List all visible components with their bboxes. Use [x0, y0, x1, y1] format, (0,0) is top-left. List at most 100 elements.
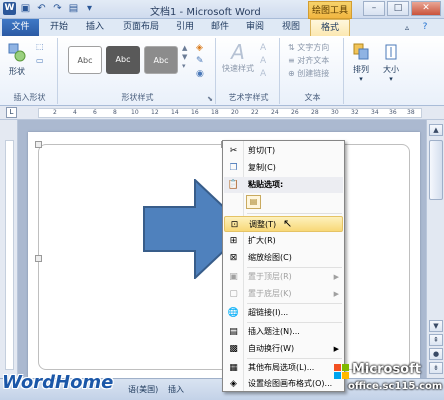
menu-item-label: 复制(C)	[248, 163, 276, 172]
text-outline-icon: A	[260, 56, 267, 66]
ruler-number: 20	[231, 109, 239, 116]
menu-item-bring-to-front: ▣ 置于顶层(R) ▶	[224, 269, 343, 285]
ruler-number: 24	[271, 109, 279, 116]
shape-style-swatch-1[interactable]: Abc	[68, 46, 102, 74]
menu-item-label: 扩大(R)	[248, 236, 276, 245]
menu-item-copy[interactable]: ❐ 复制(C)	[224, 160, 343, 176]
menu-item-label: 自动换行(W)	[248, 344, 295, 353]
ruler-number: 28	[311, 109, 319, 116]
tab-selector-icon[interactable]: L	[6, 107, 17, 118]
group-label-insert-shapes: 插入形状	[13, 93, 46, 102]
tab-view[interactable]: 视图	[276, 19, 306, 36]
tab-format[interactable]: 格式	[310, 19, 350, 36]
menu-item-expand[interactable]: ⊞ 扩大(R)	[224, 233, 343, 249]
menu-item-scale-drawing[interactable]: ⊠ 缩放绘图(C)	[224, 250, 343, 266]
vertical-scrollbar[interactable]: ▲ ▼ ⇞ ● ⇟	[426, 120, 444, 378]
save-icon[interactable]: ▣	[19, 2, 32, 15]
align-text-icon: ≡	[288, 56, 295, 65]
ruler-number: 12	[151, 109, 159, 116]
menu-item-cut[interactable]: ✂ 剪切(T)	[224, 143, 343, 159]
style-gallery-scroll[interactable]: ▲ ▼ ▾	[182, 44, 187, 71]
vertical-ruler[interactable]	[0, 120, 18, 378]
open-icon[interactable]: ▤	[67, 2, 80, 15]
quick-styles-button[interactable]: A 快速样式	[220, 41, 256, 74]
shape-effects-icon[interactable]: ◉	[196, 68, 204, 80]
tab-page-layout[interactable]: 页面布局	[118, 19, 164, 36]
browse-object-icon[interactable]: ●	[429, 348, 443, 360]
menu-item-more-layout[interactable]: ▦ 其他布局选项(L)...	[224, 360, 343, 376]
horizontal-ruler[interactable]: L 2 4 6 8 10 12 14 16 18 20 22 24 26 28 …	[0, 106, 444, 120]
paste-keep-format-icon[interactable]: ▤	[246, 195, 261, 209]
ruler-number: 18	[211, 109, 219, 116]
tab-mailings[interactable]: 邮件	[205, 19, 235, 36]
align-text-button[interactable]: ≡ 对齐文本	[288, 55, 329, 66]
menu-item-label: 设置绘图画布格式(O)...	[248, 379, 333, 388]
menu-separator	[247, 213, 342, 214]
caption-icon: ▤	[229, 327, 238, 337]
ruler-number: 26	[291, 109, 299, 116]
dropdown-icon[interactable]: ▾	[83, 2, 96, 15]
menu-separator	[247, 267, 342, 268]
insert-mode-status[interactable]: 插入	[168, 384, 184, 395]
ruler-scale: 2 4 6 8 10 12 14 16 18 20 22 24 26 28 30…	[38, 108, 422, 118]
help-icon[interactable]: ?	[418, 19, 432, 36]
text-direction-icon: ⇅	[288, 43, 295, 52]
tab-review[interactable]: 审阅	[240, 19, 270, 36]
undo-icon[interactable]: ↶	[35, 2, 48, 15]
menu-item-send-to-back: ▢ 置于底层(K) ▶	[224, 286, 343, 302]
submenu-arrow-icon: ▶	[333, 290, 339, 298]
scissors-icon: ✂	[229, 146, 238, 156]
shapes-button[interactable]: 形状	[6, 42, 28, 77]
menu-item-paste-options: 📋 粘贴选项:	[224, 177, 343, 193]
create-link-button[interactable]: ⊕ 创建链接	[288, 68, 329, 79]
arrange-label: 排列	[353, 65, 369, 74]
menu-separator	[247, 303, 342, 304]
scroll-down-icon[interactable]: ▼	[429, 320, 443, 332]
menu-item-label: 置于顶层(R)	[248, 272, 292, 281]
redo-icon[interactable]: ↷	[51, 2, 64, 15]
paste-icon: 📋	[227, 180, 240, 190]
vertical-ruler-scale	[5, 140, 14, 370]
minimize-button[interactable]: –	[363, 1, 385, 16]
menu-item-format-canvas[interactable]: ◈ 设置绘图画布格式(O)...	[224, 376, 343, 392]
text-fill-icon: A	[260, 43, 267, 53]
edit-shape-icon[interactable]: ⬚	[36, 42, 44, 51]
menu-item-label: 置于底层(K)	[248, 289, 292, 298]
menu-item-adjust[interactable]: ⊡ 调整(T) ↖	[224, 216, 343, 232]
menu-item-hyperlink[interactable]: 🌐 超链接(I)...	[224, 305, 343, 321]
language-status[interactable]: 语(美国)	[128, 384, 158, 395]
text-effects-icon: A	[260, 69, 267, 79]
quick-access-toolbar: W ▣ ↶ ↷ ▤ ▾	[3, 2, 96, 15]
scroll-up-icon[interactable]: ▲	[429, 124, 443, 136]
expand-icon: ⊞	[229, 236, 238, 246]
microsoft-brand-text: Microsoft	[352, 362, 421, 377]
maximize-button[interactable]: □	[387, 1, 409, 16]
shape-fill-icon[interactable]: ◈	[196, 42, 203, 54]
menu-item-insert-caption[interactable]: ▤ 插入题注(N)...	[224, 324, 343, 340]
context-menu: ✂ 剪切(T) ❐ 复制(C) 📋 粘贴选项: ▤ ⊡ 调整(T) ↖ ⊞ 扩大…	[222, 140, 345, 392]
size-button[interactable]: 大小 ▾	[378, 42, 404, 83]
shape-style-swatch-2[interactable]: Abc	[106, 46, 140, 74]
shape-outline-icon[interactable]: ✎	[196, 55, 204, 67]
scrollbar-thumb[interactable]	[429, 140, 443, 200]
prev-page-icon[interactable]: ⇞	[429, 334, 443, 346]
ruler-number: 36	[389, 109, 397, 116]
menu-item-label: 缩放绘图(C)	[248, 253, 292, 262]
arrange-button[interactable]: 排列 ▾	[348, 42, 374, 83]
tab-home[interactable]: 开始	[44, 19, 74, 36]
shape-style-swatch-3[interactable]: Abc	[144, 46, 178, 74]
canvas-resize-handle[interactable]	[35, 255, 42, 262]
title-bar: W ▣ ↶ ↷ ▤ ▾ 文档1 - Microsoft Word 绘图工具 – …	[0, 0, 444, 19]
tab-insert[interactable]: 插入	[80, 19, 110, 36]
close-button[interactable]: ✕	[411, 1, 441, 16]
tab-references[interactable]: 引用	[170, 19, 200, 36]
tab-file[interactable]: 文件	[2, 19, 39, 36]
minimize-ribbon-icon[interactable]: ▵	[400, 19, 414, 36]
text-direction-button[interactable]: ⇅ 文字方向	[288, 42, 329, 53]
window-controls: – □ ✕	[363, 1, 441, 16]
text-box-icon[interactable]: ▭	[36, 56, 44, 65]
dialog-launcher-icon[interactable]: ⬊	[207, 95, 213, 103]
menu-item-text-wrap[interactable]: ▩ 自动换行(W) ▶	[224, 341, 343, 357]
ruler-number: 30	[331, 109, 339, 116]
canvas-resize-handle[interactable]	[35, 141, 42, 148]
